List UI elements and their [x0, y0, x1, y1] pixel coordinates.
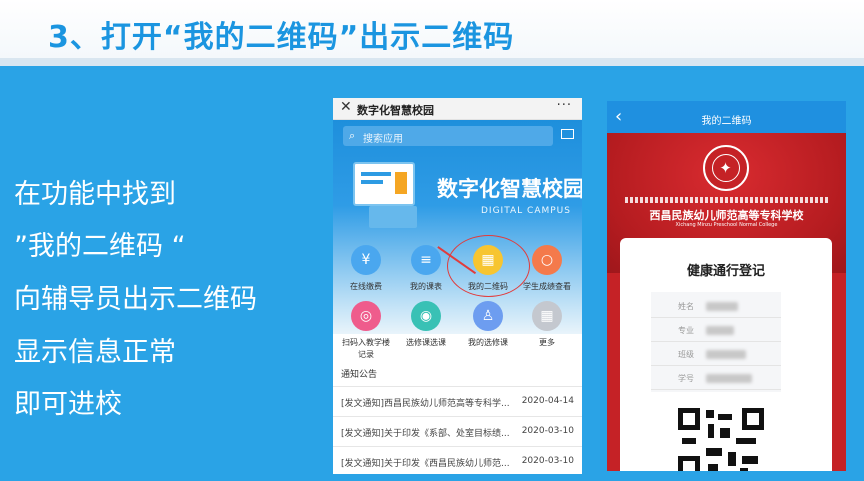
- app-my-electives[interactable]: ♙ 我的选修课: [458, 301, 518, 349]
- search-icon: ⌕: [349, 129, 356, 142]
- scan-icon: ◎: [351, 301, 381, 331]
- news-date: 2020-03-10: [521, 426, 574, 436]
- app-more[interactable]: ▦ 更多: [517, 301, 577, 349]
- notice-section-title: 通知公告: [341, 370, 378, 380]
- target-icon: ◉: [411, 301, 441, 331]
- app-label: 扫码入教学楼记录: [342, 338, 390, 359]
- highlight-circle: [447, 235, 530, 297]
- banner-subtitle: DIGITAL CAMPUS: [481, 206, 571, 216]
- info-row-student-id: 学号: [651, 366, 781, 390]
- qr-module: [708, 424, 714, 438]
- news-item[interactable]: [发文通知]关于印发《西昌民族幼儿师范... 2020-03-10: [333, 446, 582, 474]
- slide-title: 3、打开“我的二维码”出示二维码: [48, 20, 515, 55]
- app-label: 我的选修课: [468, 338, 508, 347]
- search-input[interactable]: ⌕ 搜索应用: [343, 126, 553, 146]
- field-label: 学号: [678, 374, 694, 383]
- school-name: 西昌民族幼儿师范高等专科学校: [649, 209, 804, 222]
- illustration-bar: [361, 172, 391, 176]
- qr-module: [706, 410, 714, 418]
- qr-nav-bar: ‹ 我的二维码: [607, 101, 846, 133]
- news-date: 2020-04-14: [521, 396, 574, 406]
- app-label: 选修课选课: [406, 338, 446, 347]
- news-item[interactable]: [发文通知]关于印发《系部、处室目标绩... 2020-03-10: [333, 416, 582, 444]
- user-icon: ♙: [473, 301, 503, 331]
- qr-module: [708, 464, 718, 471]
- title-banner: 3、打开“我的二维码”出示二维码: [0, 0, 864, 66]
- step-5-text: 即可进校: [14, 389, 122, 420]
- news-title: [发文通知]关于印发《系部、处室目标绩...: [341, 429, 510, 439]
- redacted-value: [706, 302, 738, 311]
- school-logo-ring: ✦: [712, 154, 740, 182]
- health-pass-card: 健康通行登记 姓名 专业 班级 学号: [620, 238, 832, 471]
- step-1-text: 在功能中找到: [14, 179, 176, 210]
- illustration-chart: [395, 172, 407, 194]
- search-placeholder: 搜索应用: [363, 134, 403, 145]
- news-item[interactable]: [发文通知]西昌民族幼儿师范高等专科学... 2020-04-14: [333, 386, 582, 414]
- qr-module: [736, 438, 756, 444]
- card-title: 健康通行登记: [686, 264, 765, 279]
- qr-module: [728, 452, 736, 466]
- info-row-name: 姓名: [651, 294, 781, 318]
- more-icon[interactable]: ···: [557, 98, 572, 113]
- qr-code-screenshot: ‹ 我的二维码 ✦ 西昌民族幼儿师范高等专科学校 Xichang Minzu P…: [607, 101, 846, 471]
- illustration-bar: [361, 180, 383, 184]
- grid-icon: ▦: [532, 301, 562, 331]
- search-icon: ○: [532, 245, 562, 275]
- news-title: [发文通知]西昌民族幼儿师范高等专科学...: [341, 399, 510, 409]
- qr-module: [718, 414, 732, 420]
- redacted-value: [706, 326, 734, 335]
- mongolian-script-line: [625, 197, 828, 203]
- info-row-class: 班级: [651, 342, 781, 366]
- monitor-illustration: [353, 162, 415, 206]
- yen-icon: ¥: [351, 245, 381, 275]
- qr-finder: [678, 456, 700, 471]
- qr-module: [706, 448, 722, 456]
- info-row-major: 专业: [651, 318, 781, 342]
- qr-module: [742, 456, 758, 464]
- qr-module: [740, 468, 748, 471]
- app-elective-selection[interactable]: ◉ 选修课选课: [396, 301, 456, 349]
- qr-finder: [742, 408, 764, 430]
- redacted-value: [706, 374, 752, 383]
- document-icon: ≡: [411, 245, 441, 275]
- qr-finder: [678, 408, 700, 430]
- school-logo-mark: ✦: [719, 159, 732, 177]
- app-label: 学生成绩查看: [523, 282, 571, 291]
- app-label: 更多: [539, 338, 555, 347]
- app-top-bar: ✕ 数字化智慧校园 ···: [333, 98, 582, 120]
- field-label: 专业: [678, 326, 694, 335]
- step-3-text: 向辅导员出示二维码: [14, 284, 257, 315]
- school-logo: ✦: [703, 145, 749, 191]
- app-title: 数字化智慧校园: [357, 104, 434, 117]
- app-label: 我的课表: [410, 282, 442, 291]
- qr-code-image: [678, 408, 764, 471]
- banner-title: 数字化智慧校园: [437, 177, 582, 201]
- desk-illustration: [369, 206, 417, 228]
- mail-icon[interactable]: [561, 129, 574, 139]
- qr-module: [682, 438, 696, 444]
- qr-page-title: 我的二维码: [701, 116, 752, 127]
- student-info-panel: 姓名 专业 班级 学号: [651, 292, 781, 392]
- close-icon[interactable]: ✕: [340, 99, 352, 115]
- field-label: 姓名: [678, 302, 694, 311]
- school-name-en: Xichang Minzu Preschool Normal College: [675, 222, 778, 228]
- title-banner-accent: [0, 60, 864, 66]
- app-label: 在线缴费: [350, 282, 382, 291]
- step-4-text: 显示信息正常: [14, 337, 176, 368]
- step-2-text: ”我的二维码 “: [14, 231, 186, 262]
- app-scan-entry[interactable]: ◎ 扫码入教学楼记录: [336, 301, 396, 361]
- redacted-value: [706, 350, 746, 359]
- news-date: 2020-03-10: [521, 456, 574, 466]
- app-online-payment[interactable]: ¥ 在线缴费: [336, 245, 396, 293]
- field-label: 班级: [678, 350, 694, 359]
- qr-module: [720, 428, 730, 438]
- news-title: [发文通知]关于印发《西昌民族幼儿师范...: [341, 459, 510, 469]
